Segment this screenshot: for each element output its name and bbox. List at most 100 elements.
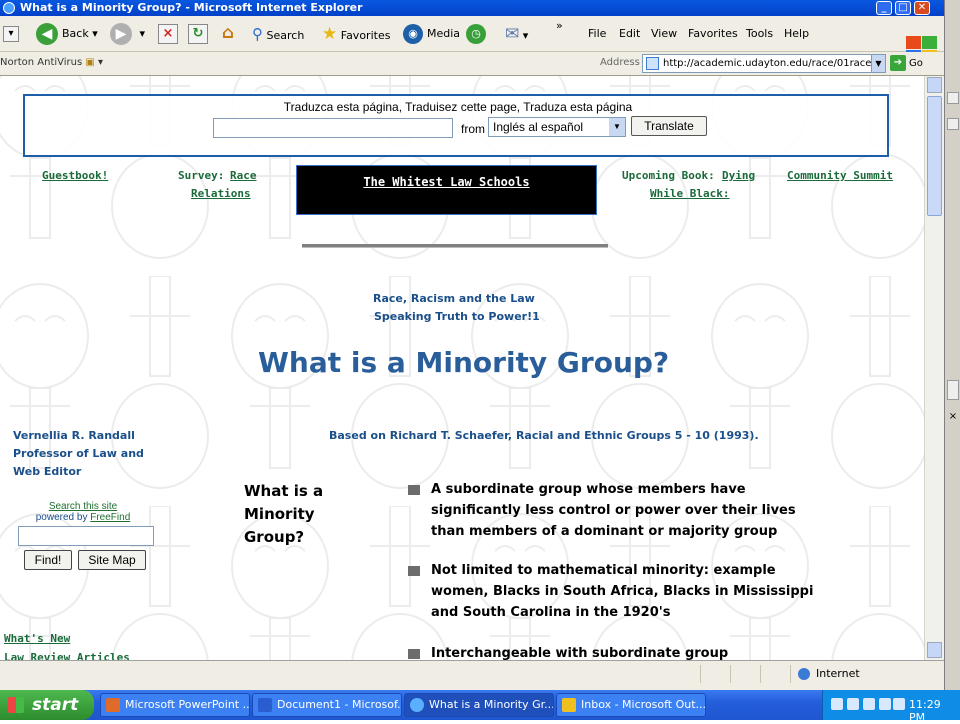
book-label: Upcoming Book:: [622, 169, 715, 182]
home-button[interactable]: ⌂: [218, 21, 238, 47]
task-outlook[interactable]: Inbox - Microsoft Out...: [556, 693, 706, 717]
section-title: What is a Minority Group?: [244, 480, 323, 549]
menu-help[interactable]: Help: [784, 27, 809, 40]
forward-arrow-icon: ▶: [110, 23, 132, 45]
refresh-button[interactable]: ↻: [188, 21, 208, 47]
chevron-down-icon: ▼: [609, 118, 625, 136]
menu-favorites[interactable]: Favorites: [688, 27, 738, 40]
go-arrow-icon: ➔: [890, 55, 906, 71]
menu-tools[interactable]: Tools: [746, 27, 773, 40]
whats-new-link[interactable]: What's New: [4, 632, 70, 645]
menu-file[interactable]: File: [588, 27, 606, 40]
law-review-text: Law Review Articles: [4, 651, 130, 660]
back-arrow-icon: ◀: [36, 23, 58, 45]
book-text-1: Dying: [722, 169, 756, 182]
tray-icon[interactable]: [847, 698, 859, 710]
favorites-label: Favorites: [340, 29, 391, 42]
start-label: start: [32, 695, 79, 715]
menu-edit[interactable]: Edit: [619, 27, 640, 40]
status-bar: Internet: [0, 660, 944, 690]
bullet-icon: [408, 485, 420, 495]
windows-flag-icon: [8, 697, 24, 713]
address-url: http://academic.udayton.edu/race/01race/…: [663, 58, 885, 69]
go-button[interactable]: ➔ Go: [890, 55, 923, 73]
norton-antivirus[interactable]: Norton AntiVirus ▣ ▾: [0, 57, 103, 68]
search-button[interactable]: ⚲ Search: [252, 21, 304, 47]
translate-button[interactable]: Translate: [631, 116, 707, 136]
menu-view[interactable]: View: [651, 27, 677, 40]
maximize-button[interactable]: □: [895, 1, 911, 15]
survey-link-line1[interactable]: Race: [230, 169, 257, 182]
site-search-input[interactable]: [18, 526, 154, 546]
tools-icon[interactable]: ▾: [3, 21, 19, 47]
address-row: Norton AntiVirus ▣ ▾ Address http://acad…: [0, 52, 944, 76]
media-button[interactable]: ◉ Media: [403, 21, 460, 47]
network-icon[interactable]: [893, 698, 905, 710]
address-label: Address: [600, 57, 640, 68]
bullet-text-2: Not limited to mathematical minority: ex…: [431, 563, 814, 620]
task-label: Microsoft PowerPoint ...: [125, 698, 250, 711]
start-button[interactable]: start: [0, 690, 94, 720]
whitest-link[interactable]: The Whitest Law Schools: [297, 175, 596, 189]
scroll-down-icon[interactable]: [927, 642, 942, 658]
minimize-button[interactable]: _: [876, 1, 892, 15]
task-label: Document1 - Microsof...: [277, 698, 402, 711]
norton-icon: ▣: [85, 57, 95, 68]
scroll-thumb[interactable]: [927, 96, 942, 216]
volume-icon[interactable]: [879, 698, 891, 710]
back-button[interactable]: ◀ Back ▾: [36, 21, 98, 47]
law-review-link[interactable]: Law Review Articles: [4, 651, 130, 660]
toolbar-overflow[interactable]: »: [556, 13, 563, 39]
community-summit-link[interactable]: Community Summit: [787, 169, 893, 182]
favorites-button[interactable]: ★ Favorites: [322, 21, 390, 47]
translate-widget: Traduzca esta página, Traduisez cette pa…: [23, 94, 889, 157]
whitest-law-schools-banner[interactable]: The Whitest Law Schools: [296, 165, 597, 215]
task-internet-explorer[interactable]: What is a Minority Gr...: [404, 693, 554, 717]
task-word[interactable]: Document1 - Microsof...: [252, 693, 402, 717]
clock[interactable]: 11:29 PM: [909, 698, 960, 724]
search-site-link[interactable]: Search this site: [18, 501, 148, 512]
history-icon: ◷: [466, 24, 486, 44]
search-icon: ⚲: [252, 25, 263, 43]
edge-control: [947, 118, 959, 130]
find-button[interactable]: Find!: [24, 550, 72, 570]
forward-button[interactable]: ▶ ▾: [110, 21, 145, 47]
address-bar[interactable]: http://academic.udayton.edu/race/01race/…: [642, 54, 886, 73]
translate-heading: Traduzca esta página, Traduisez cette pa…: [283, 100, 633, 114]
internet-globe-icon: [798, 668, 810, 680]
translate-input[interactable]: [213, 118, 453, 138]
task-powerpoint[interactable]: Microsoft PowerPoint ...: [100, 693, 250, 717]
edge-control: [947, 92, 959, 104]
powerpoint-icon: [106, 698, 120, 712]
address-dropdown-icon[interactable]: ▼: [871, 55, 885, 72]
vertical-scrollbar[interactable]: [924, 76, 944, 660]
site-map-button[interactable]: Site Map: [78, 550, 146, 570]
browser-window: What is a Minority Group? - Microsoft In…: [0, 0, 944, 720]
survey-text-1: Race: [230, 169, 257, 182]
stop-icon: ×: [158, 24, 178, 44]
book-text-2: While Black:: [650, 187, 730, 200]
title-bar[interactable]: What is a Minority Group? - Microsoft In…: [0, 0, 944, 16]
status-divider: [760, 665, 761, 683]
bullet-text-1: A subordinate group whose members have s…: [431, 482, 796, 539]
home-icon: ⌂: [221, 23, 235, 43]
mail-button[interactable]: ✉ ▾: [505, 21, 528, 47]
close-button[interactable]: ✕: [914, 1, 930, 15]
background-window-edge: ×: [944, 0, 960, 690]
guestbook-text: Guestbook!: [42, 169, 109, 182]
language-select-value: Inglés al español: [493, 120, 584, 134]
scroll-up-icon[interactable]: [927, 77, 942, 93]
zone-label: Internet: [816, 667, 860, 680]
book-link-line1[interactable]: Dying: [722, 169, 755, 182]
stop-button[interactable]: ×: [158, 21, 178, 47]
book-link-line2[interactable]: While Black:: [650, 187, 729, 200]
outlook-icon: [562, 698, 576, 712]
language-select[interactable]: Inglés al español ▼: [488, 117, 626, 137]
tray-icon[interactable]: [863, 698, 875, 710]
search-site-label: Search this site powered by FreeFind: [18, 501, 148, 523]
freefind-link[interactable]: FreeFind: [90, 512, 130, 523]
survey-link-line2[interactable]: Relations: [191, 187, 251, 200]
history-button[interactable]: ◷: [466, 21, 490, 47]
guestbook-link[interactable]: Guestbook!: [42, 169, 108, 182]
tray-icon[interactable]: [831, 698, 843, 710]
